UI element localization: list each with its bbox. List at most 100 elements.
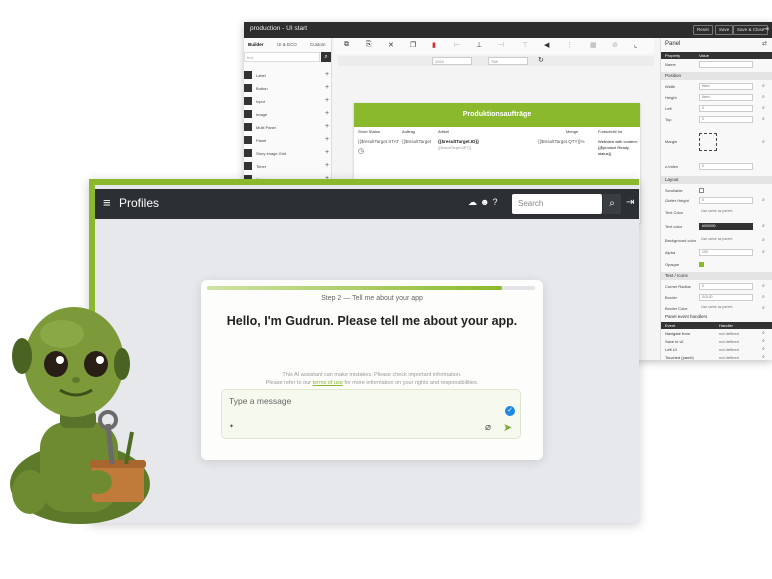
zoom-icon[interactable]: ⌕ — [762, 354, 765, 360]
widget-label: Story Image Grid — [256, 151, 287, 156]
handler-row[interactable]: Save in UI not defined ⌕ — [661, 338, 772, 346]
scrollable-checkbox[interactable] — [699, 188, 704, 193]
handler-row[interactable]: Left UI not defined ⌕ — [661, 346, 772, 354]
grid-icon[interactable]: ▦ — [590, 41, 597, 49]
search-icon[interactable]: ⌕ — [321, 52, 331, 62]
handler-row[interactable]: Navigate from not defined ⌕ — [661, 330, 772, 338]
check-icon[interactable]: ✓ — [505, 406, 515, 416]
align-left-icon[interactable]: ⊢ — [454, 41, 460, 49]
zoom-icon[interactable]: ⌕ — [762, 197, 765, 203]
step-progress-fill — [207, 286, 503, 290]
message-input[interactable]: Type a message — [229, 396, 291, 406]
tab-custom[interactable]: Custom — [310, 42, 326, 47]
exit-icon[interactable]: ⇥ — [763, 25, 769, 33]
property-value[interactable]: Use same as parent — [699, 305, 753, 312]
property-value[interactable]: 0 — [699, 105, 753, 112]
swap-icon[interactable]: ⇄ — [762, 40, 767, 47]
add-icon[interactable]: + — [325, 149, 329, 157]
lock-icon[interactable]: ⊘ — [612, 41, 618, 49]
text-icons-section[interactable]: Text / Icons — [661, 272, 772, 280]
distribute-icon[interactable]: ⋮ — [566, 41, 573, 49]
delete-icon[interactable]: ▮ — [432, 41, 436, 49]
zoom-icon[interactable]: ⌕ — [762, 139, 765, 145]
name-input[interactable] — [699, 61, 753, 68]
position-section[interactable]: Position — [661, 72, 772, 80]
add-icon[interactable]: + — [325, 97, 329, 105]
chat-icon[interactable]: ☁ — [468, 197, 480, 207]
paste-icon[interactable]: ⎘ — [366, 41, 372, 49]
margin-box[interactable] — [699, 133, 717, 151]
property-value[interactable]: 0 — [699, 283, 753, 290]
opaque-checkbox[interactable] — [699, 262, 704, 267]
property-value[interactable]: fixed — [699, 83, 753, 90]
widget-item[interactable]: Input + — [244, 96, 332, 106]
property-value[interactable]: SOLID — [699, 294, 753, 301]
duplicate-icon[interactable]: ❐ — [410, 41, 416, 49]
widget-item[interactable]: Multi Panel + — [244, 122, 332, 132]
cut-icon[interactable]: ✕ — [388, 41, 394, 49]
zoom-icon[interactable]: ⌕ — [762, 83, 765, 89]
canvas-width-field[interactable]: 1024 — [432, 57, 472, 65]
property-value[interactable]: 0 — [699, 116, 753, 123]
message-composer[interactable]: Type a message ✓ ✦ ⌀ ➤ — [221, 389, 521, 439]
property-value[interactable]: 100 — [699, 249, 753, 256]
robot-icon[interactable]: ☻ — [480, 197, 492, 207]
property-value[interactable]: fixed — [699, 94, 753, 101]
add-icon[interactable]: + — [325, 136, 329, 144]
zoom-icon[interactable]: ⌕ — [762, 305, 765, 311]
property-value[interactable]: Use same as parent — [699, 237, 753, 244]
widget-item[interactable]: Story Image Grid + — [244, 148, 332, 158]
property-key: Border — [665, 295, 678, 300]
terms-of-use-link[interactable]: terms of use — [313, 380, 343, 386]
zoom-icon[interactable]: ⌕ — [762, 346, 765, 352]
zoom-icon[interactable]: ⌕ — [762, 237, 765, 243]
handler-row[interactable]: Touched (panel) not defined ⌕ — [661, 354, 772, 360]
widget-item[interactable]: Timer + — [244, 161, 332, 171]
zoom-icon[interactable]: ⌕ — [762, 249, 765, 255]
property-value[interactable]: 0 — [699, 163, 753, 170]
rotate-icon[interactable]: ↻ — [538, 56, 544, 64]
zoom-icon[interactable]: ⌕ — [762, 294, 765, 300]
search-icon[interactable]: ⌕ — [603, 194, 621, 214]
zoom-icon[interactable]: ⌕ — [762, 105, 765, 111]
layout-section[interactable]: Layout — [661, 176, 772, 184]
zoom-icon[interactable]: ⌕ — [762, 223, 765, 229]
property-value[interactable]: #000000 — [699, 223, 753, 230]
help-icon[interactable]: ? — [492, 197, 500, 207]
add-icon[interactable]: + — [325, 162, 329, 170]
corner-icon[interactable]: ⌞ — [634, 41, 637, 49]
zoom-icon[interactable]: ⌕ — [762, 116, 765, 122]
search-input[interactable]: Search — [512, 194, 602, 214]
arrow-left-icon[interactable]: ◀ — [544, 41, 549, 49]
add-icon[interactable]: + — [325, 123, 329, 131]
add-icon[interactable]: + — [325, 71, 329, 79]
zoom-icon[interactable]: ⌕ — [762, 330, 765, 336]
save-button[interactable]: Save — [715, 25, 734, 35]
zoom-icon[interactable]: ⌕ — [762, 283, 765, 289]
zoom-icon[interactable]: ⌕ — [762, 94, 765, 100]
reset-button[interactable]: Reset — [693, 25, 713, 35]
paperclip-icon[interactable]: ⌀ — [485, 422, 491, 433]
canvas-height-field[interactable]: 768 — [488, 57, 528, 65]
add-icon[interactable]: + — [325, 84, 329, 92]
add-icon[interactable]: + — [325, 110, 329, 118]
tab-ui-eco[interactable]: UI & ECO — [277, 42, 297, 47]
widget-search-input[interactable]: text — [244, 52, 320, 62]
widget-item[interactable]: Image + — [244, 109, 332, 119]
menu-icon[interactable]: ≡ — [103, 195, 111, 211]
align-top-icon[interactable]: ⊤ — [522, 41, 528, 49]
align-right-icon[interactable]: ⊣ — [498, 41, 504, 49]
send-icon[interactable]: ➤ — [503, 421, 512, 434]
logout-icon[interactable]: ⇥ — [626, 197, 634, 208]
zoom-icon[interactable]: ⌕ — [762, 338, 765, 344]
widget-item[interactable]: Label + — [244, 70, 332, 80]
align-center-icon[interactable]: ⊥ — [476, 41, 482, 49]
sparkle-icon[interactable]: ✦ — [229, 423, 234, 430]
widget-item[interactable]: Panel + — [244, 135, 332, 145]
property-value[interactable]: 0 — [699, 197, 753, 204]
widget-item[interactable]: Button + — [244, 83, 332, 93]
terms-notice: Please refer to our terms of use for mor… — [201, 380, 543, 386]
tab-builder[interactable]: Builder — [248, 42, 264, 47]
property-value[interactable]: Use same as parent — [699, 209, 753, 216]
copy-icon[interactable]: ⧉ — [344, 41, 349, 49]
